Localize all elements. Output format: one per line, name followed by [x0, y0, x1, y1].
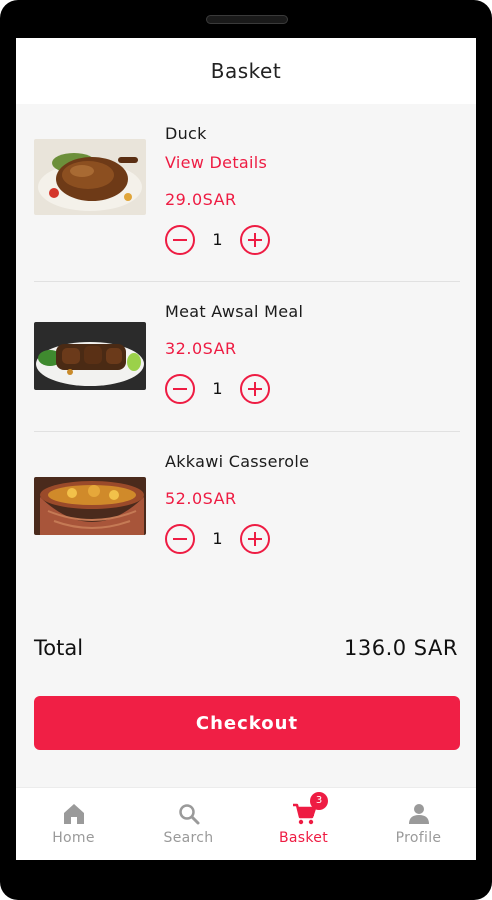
total-label: Total [34, 636, 84, 660]
minus-icon [173, 388, 187, 390]
device-frame: Basket Duck View Details 29.0SAR 1 Meat … [0, 0, 492, 900]
quantity-stepper: 1 [165, 374, 275, 404]
roast-duck-photo [34, 139, 146, 215]
item-name: Akkawi Casserole [165, 452, 310, 471]
plus-icon-vertical [254, 532, 256, 546]
item-name: Duck [165, 124, 207, 143]
increase-quantity-button[interactable] [240, 225, 270, 255]
item-image [34, 139, 146, 215]
decrease-quantity-button[interactable] [165, 374, 195, 404]
quantity-value: 1 [212, 379, 223, 398]
basket-item-akkawi-casserole: Akkawi Casserole 52.0SAR 1 [16, 432, 476, 582]
quantity-value: 1 [212, 529, 223, 548]
page-title: Basket [210, 59, 282, 83]
tab-profile[interactable]: Profile [361, 788, 476, 860]
checkout-button[interactable]: Checkout [34, 696, 460, 750]
person-icon [409, 804, 429, 824]
quantity-value: 1 [212, 230, 223, 249]
minus-icon [173, 239, 187, 241]
increase-quantity-button[interactable] [240, 374, 270, 404]
total-value: 136.0 SAR [344, 636, 458, 660]
cart-count-badge: 3 [310, 792, 328, 810]
app-header: Basket [16, 38, 476, 104]
device-speaker [206, 15, 288, 24]
item-image [34, 477, 146, 535]
decrease-quantity-button[interactable] [165, 225, 195, 255]
bottom-tab-bar: Home Search 3 Basket Profile [16, 787, 476, 860]
item-image [34, 322, 146, 390]
app-screen: Basket Duck View Details 29.0SAR 1 Meat … [16, 38, 476, 860]
tab-label: Home [52, 830, 95, 846]
grilled-meat-photo [34, 322, 146, 390]
tab-label: Basket [279, 830, 328, 846]
tab-label: Profile [395, 830, 442, 846]
item-price: 29.0SAR [165, 190, 237, 209]
decrease-quantity-button[interactable] [165, 524, 195, 554]
view-details-link[interactable]: View Details [165, 153, 267, 172]
tab-label: Search [163, 830, 214, 846]
tab-search[interactable]: Search [131, 788, 246, 860]
quantity-stepper: 1 [165, 524, 275, 554]
clay-casserole-photo [34, 477, 146, 535]
basket-item-duck: Duck View Details 29.0SAR 1 [16, 104, 476, 281]
tab-basket[interactable]: 3 Basket [246, 788, 361, 860]
basket-item-meat-awsal: Meat Awsal Meal 32.0SAR 1 [16, 282, 476, 432]
item-price: 52.0SAR [165, 489, 237, 508]
tab-home[interactable]: Home [16, 788, 131, 860]
search-icon [179, 804, 200, 825]
plus-icon-vertical [254, 233, 256, 247]
quantity-stepper: 1 [165, 225, 275, 255]
increase-quantity-button[interactable] [240, 524, 270, 554]
home-icon [64, 804, 84, 824]
minus-icon [173, 538, 187, 540]
plus-icon-vertical [254, 382, 256, 396]
item-name: Meat Awsal Meal [165, 302, 304, 321]
item-price: 32.0SAR [165, 339, 237, 358]
